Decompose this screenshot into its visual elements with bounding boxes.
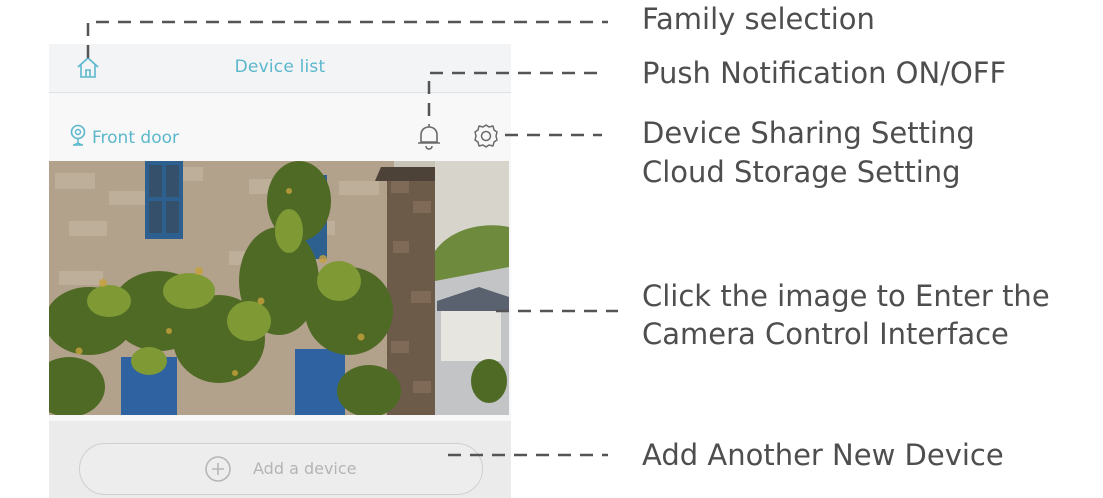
family-selection-leader	[86, 20, 608, 58]
callout-add-device: Add Another New Device	[642, 438, 1004, 472]
callout-enter-camera-line2: Camera Control Interface	[642, 317, 1009, 351]
push-notification-leader	[427, 71, 600, 116]
annotated-app-diagram: Device list Front door Add a device Fami…	[0, 0, 1103, 498]
callout-enter-camera-line1: Click the image to Enter the	[642, 279, 1050, 313]
callout-family-selection: Family selection	[642, 2, 875, 36]
callout-device-sharing: Device Sharing Setting	[642, 116, 975, 150]
callout-push-notification: Push Notification ON/OFF	[642, 56, 1007, 90]
callout-cloud-storage: Cloud Storage Setting	[642, 155, 961, 189]
